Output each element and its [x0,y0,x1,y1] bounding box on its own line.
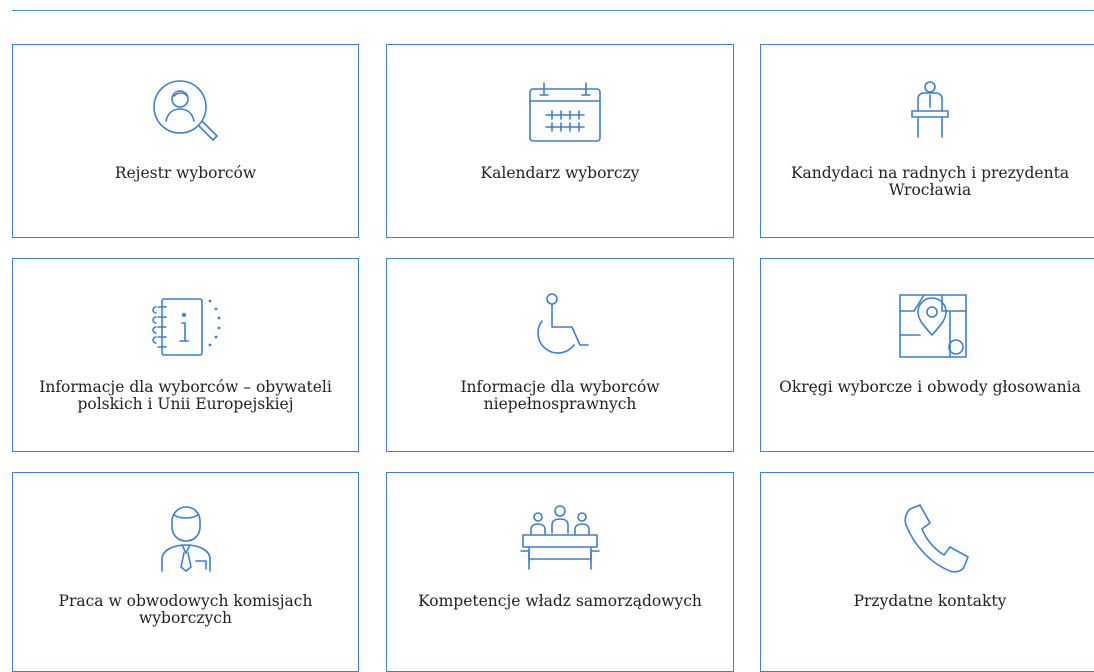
tile-contacts[interactable]: Przydatne kontakty [760,472,1094,672]
tile-label: Przydatne kontakty [853,592,1007,610]
officer-person-icon [131,499,241,579]
tile-local-authorities[interactable]: Kompetencje władz samorządowych [386,472,734,672]
info-notebook-icon [131,285,241,365]
tile-info-citizens[interactable]: Informacje dla wyborców – obywateli pols… [12,258,359,452]
tile-election-calendar[interactable]: Kalendarz wyborczy [386,44,734,238]
tile-label: Kompetencje władz samorządowych [418,592,702,610]
tile-label: Kandydaci na radnych i prezydenta Wrocła… [790,164,1070,199]
tile-info-disabled[interactable]: Informacje dla wyborców niepełnosprawnyc… [386,258,734,452]
tile-label: Praca w obwodowych komisjach wyborczych [58,592,313,627]
council-meeting-icon [505,499,615,579]
phone-icon [875,499,985,579]
tile-voter-register[interactable]: Rejestr wyborców [12,44,359,238]
tile-label: Rejestr wyborców [114,164,257,182]
tile-label: Kalendarz wyborczy [480,164,640,182]
tile-commission-work[interactable]: Praca w obwodowych komisjach wyborczych [12,472,359,672]
calendar-icon [505,71,615,151]
tile-label: Informacje dla wyborców niepełnosprawnyc… [460,378,660,413]
tile-candidates[interactable]: Kandydaci na radnych i prezydenta Wrocła… [760,44,1094,238]
tile-label: Okręgi wyborcze i obwody głosowania [779,378,1081,396]
voter-register-search-icon [131,71,241,151]
map-pin-icon [875,285,985,365]
candidate-podium-icon [875,71,985,151]
election-info-grid: Rejestr wyborców Kalendarz wyborczy Kand… [0,0,1094,672]
tile-districts[interactable]: Okręgi wyborcze i obwody głosowania [760,258,1094,452]
wheelchair-icon [505,285,615,365]
tile-label: Informacje dla wyborców – obywateli pols… [39,378,332,413]
